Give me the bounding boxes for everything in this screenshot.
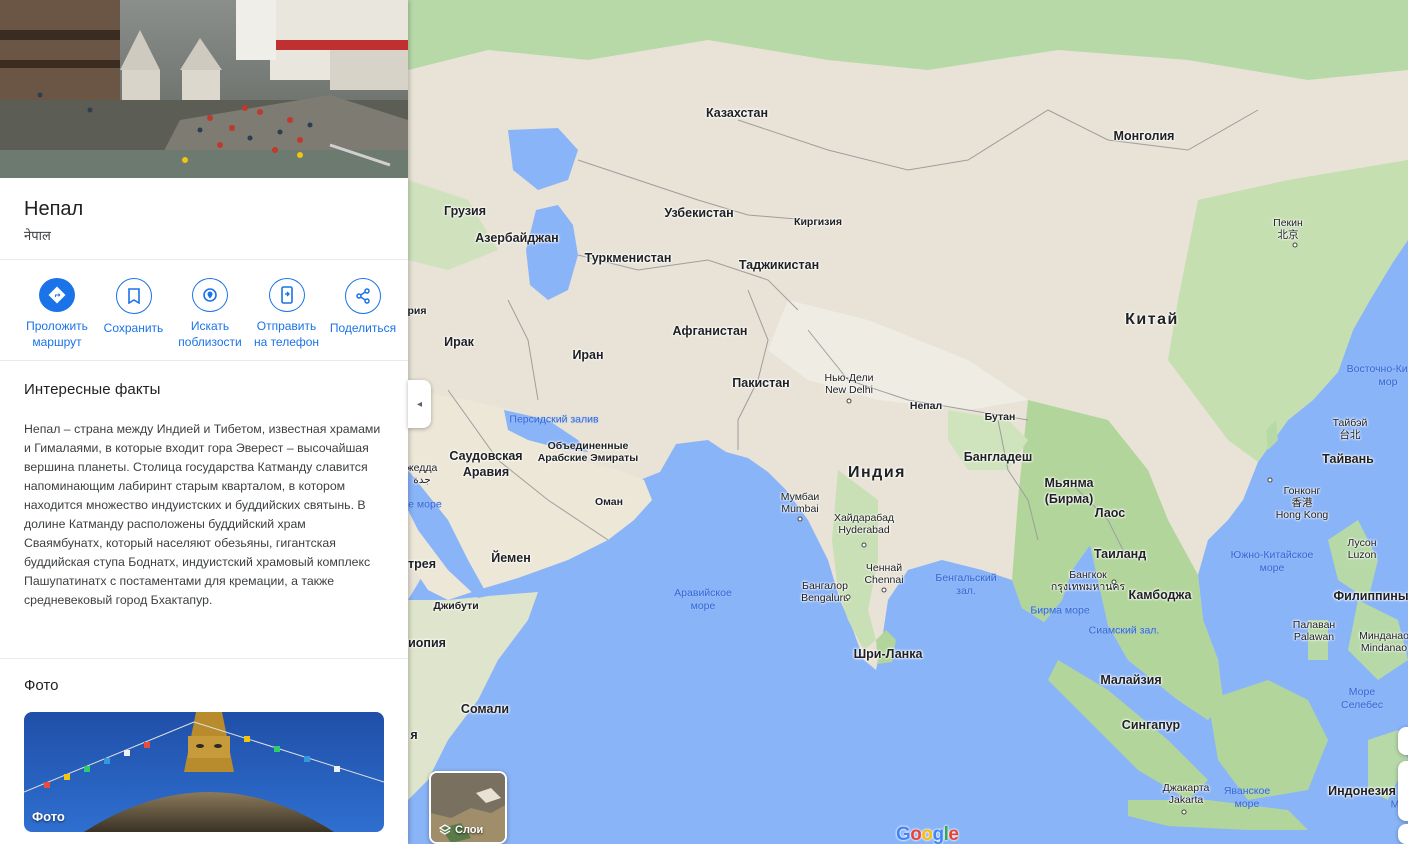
share-icon [345,278,381,314]
map-control-compass[interactable] [1398,727,1408,755]
map-control-pegman[interactable] [1398,824,1408,844]
hero-photo-image [0,0,408,178]
place-native-name: नेपाल [24,228,51,243]
google-logo: Google [896,824,959,844]
collapse-panel-button[interactable]: ◂ [408,380,431,428]
logo-letter: o [921,824,933,844]
photo-card[interactable]: Фото [24,712,384,832]
directions-label: Проложить маршрут [26,319,88,349]
logo-letter: G [896,824,911,844]
share-label: Поделиться [329,321,397,335]
send-to-phone-button[interactable]: Отправить на телефон [250,278,324,350]
phone-icon [268,278,305,312]
layers-text: Слои [455,824,484,836]
send-to-phone-label: Отправить на телефон [253,319,320,349]
save-button[interactable]: Сохранить [97,278,171,350]
share-button[interactable]: Поделиться [326,278,400,350]
place-panel: Непал नेपाल Проложить маршрут Сохранить … [0,0,408,844]
facts-section: Интересные факты Непал – страна между Ин… [0,361,408,659]
directions-icon [39,278,75,312]
logo-letter: e [948,824,959,844]
map-base [408,0,1408,844]
save-label: Сохранить [103,321,164,335]
logo-letter: g [932,824,945,844]
map-control-zoom[interactable] [1398,761,1408,821]
photo-card-label: Фото [32,809,65,824]
nearby-icon [192,278,228,312]
layers-icon [439,824,451,835]
search-nearby-button[interactable]: Искать поблизости [173,278,247,350]
directions-button[interactable]: Проложить маршрут [20,278,94,350]
facts-text: Непал – страна между Индией и Тибетом, и… [24,422,381,607]
bookmark-icon [115,278,152,314]
layers-button[interactable]: Слои [429,771,507,844]
stupa-photo-image [24,712,384,832]
place-hero-photo[interactable] [0,0,408,178]
photos-section: Фото Фото [0,659,408,844]
place-title: Непал [24,198,84,220]
search-nearby-label: Искать поблизости [178,319,242,349]
action-bar: Проложить маршрут Сохранить Искать побли… [0,260,408,361]
logo-letter: o [910,824,922,844]
layers-label-wrap: Слои [439,824,483,836]
facts-title: Интересные факты [24,381,161,398]
place-header: Непал नेपाल [0,178,408,260]
photos-title: Фото [24,677,59,694]
chevron-left-icon: ◂ [416,398,423,410]
map-canvas[interactable]: Казахстан Монголия Грузия Азербайджан Уз… [408,0,1408,844]
